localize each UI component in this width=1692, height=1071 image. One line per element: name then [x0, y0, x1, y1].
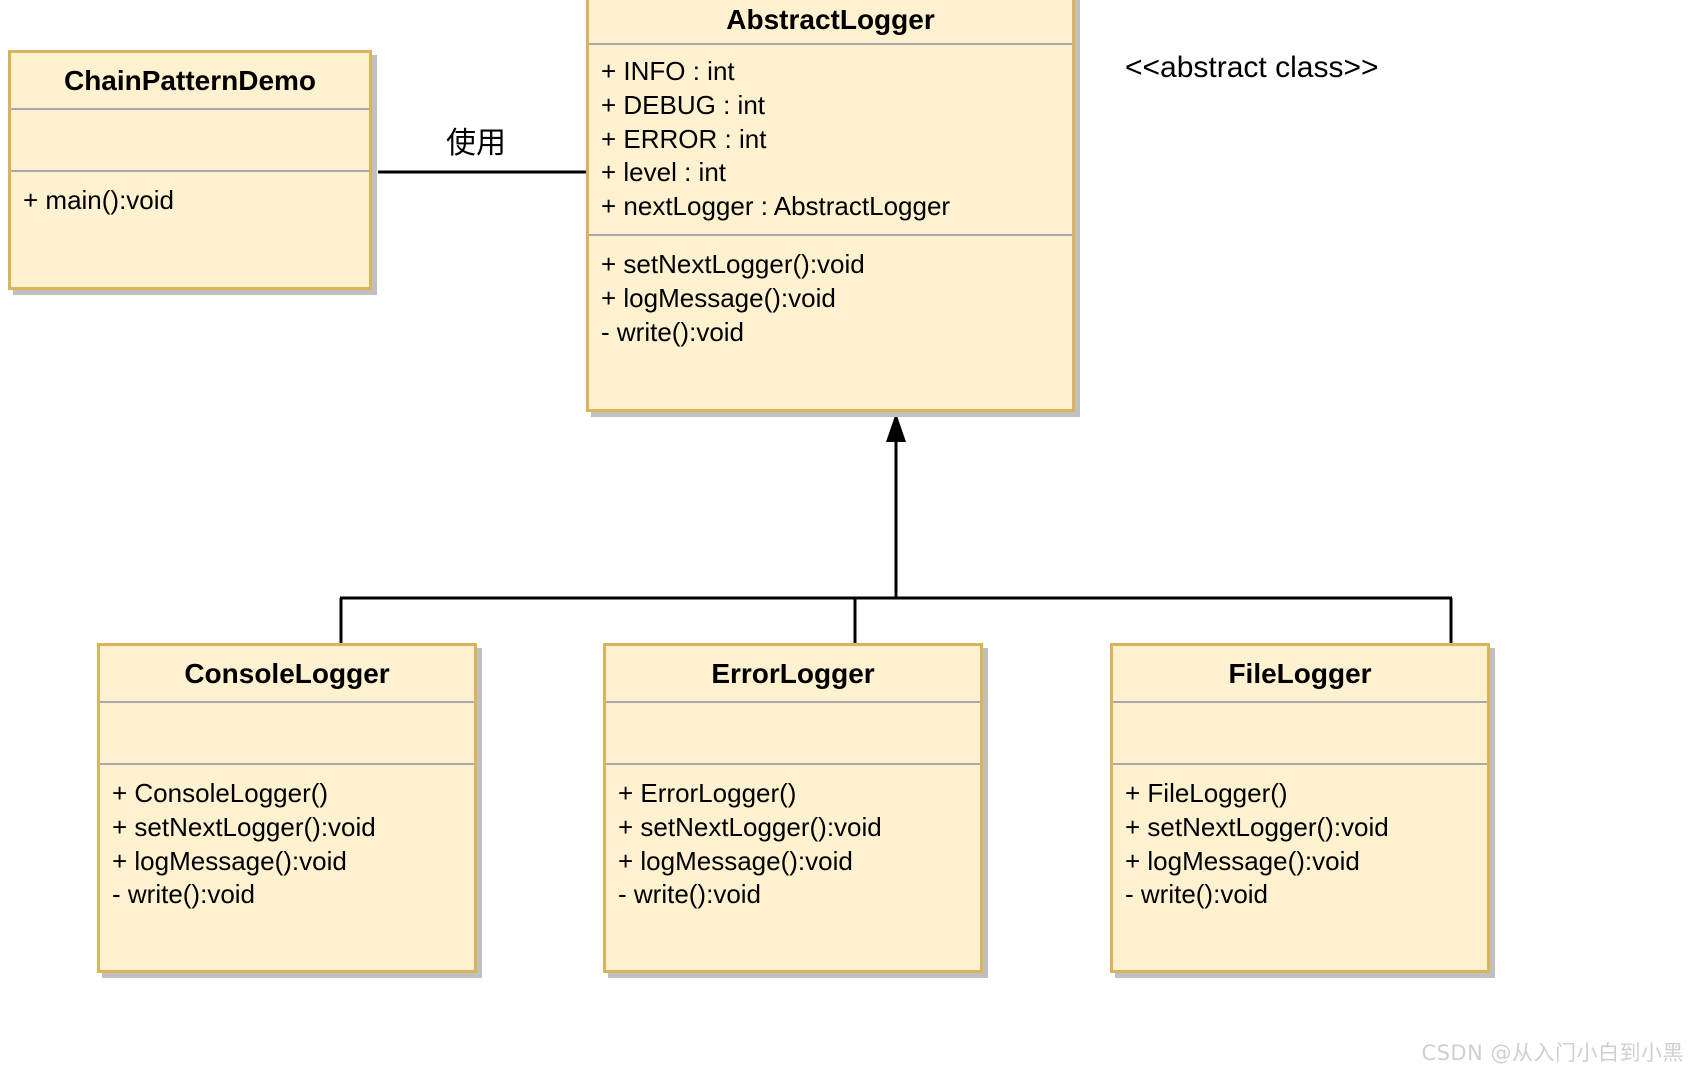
- class-attributes-filelogger: [1113, 703, 1487, 765]
- class-operations-filelogger: + FileLogger() + setNextLogger():void + …: [1113, 765, 1487, 970]
- diagram-canvas: ChainPatternDemo + main():void AbstractL…: [0, 0, 1692, 1071]
- attribute-line: + level : int: [601, 157, 727, 188]
- watermark: CSDN @从入门小白到小黑: [1421, 1041, 1684, 1065]
- generalization-connector: [339, 413, 1453, 645]
- attribute-line: + nextLogger : AbstractLogger: [601, 191, 951, 222]
- relation-label-uses: 使用: [446, 126, 506, 161]
- class-operations-chainpatterndemo: + main():void: [11, 172, 369, 287]
- class-attributes-abstractlogger: + INFO : int + DEBUG : int + ERROR : int…: [589, 45, 1072, 236]
- operation-line: + FileLogger(): [1125, 778, 1288, 808]
- class-name-errorlogger: ErrorLogger: [606, 646, 980, 703]
- operation-line: + main():void: [23, 185, 174, 215]
- operation-line: - write():void: [1125, 879, 1269, 910]
- class-box-errorlogger[interactable]: ErrorLogger + ErrorLogger() + setNextLog…: [603, 643, 983, 973]
- operation-line: + setNextLogger():void: [618, 811, 882, 842]
- class-attributes-chainpatterndemo: [11, 110, 369, 172]
- class-name-filelogger: FileLogger: [1113, 646, 1487, 703]
- class-box-chainpatterndemo[interactable]: ChainPatternDemo + main():void: [8, 50, 372, 290]
- class-operations-abstractlogger: + setNextLogger():void + logMessage():vo…: [589, 236, 1072, 409]
- operation-line: + logMessage():void: [1125, 845, 1360, 876]
- operation-line: - write():void: [618, 879, 762, 910]
- operation-line: + setNextLogger():void: [1125, 811, 1389, 842]
- operation-line: - write():void: [601, 316, 745, 347]
- attribute-line: + ERROR : int: [601, 123, 767, 154]
- attribute-line: + DEBUG : int: [601, 89, 765, 120]
- operation-line: + logMessage():void: [112, 845, 347, 876]
- class-name-chainpatterndemo: ChainPatternDemo: [11, 53, 369, 110]
- operation-line: + ErrorLogger(): [618, 778, 797, 808]
- class-box-filelogger[interactable]: FileLogger + FileLogger() + setNextLogge…: [1110, 643, 1490, 973]
- class-attributes-errorlogger: [606, 703, 980, 765]
- class-name-consolelogger: ConsoleLogger: [100, 646, 474, 703]
- class-box-abstractlogger[interactable]: AbstractLogger + INFO : int + DEBUG : in…: [586, 0, 1075, 412]
- class-operations-consolelogger: + ConsoleLogger() + setNextLogger():void…: [100, 765, 474, 970]
- operation-line: + logMessage():void: [618, 845, 853, 876]
- class-operations-errorlogger: + ErrorLogger() + setNextLogger():void +…: [606, 765, 980, 970]
- class-attributes-consolelogger: [100, 703, 474, 765]
- stereotype-label-abstract-class: <<abstract class>>: [1125, 51, 1379, 84]
- operation-line: + logMessage():void: [601, 282, 836, 313]
- attribute-line: + INFO : int: [601, 56, 735, 86]
- operation-line: + setNextLogger():void: [112, 811, 376, 842]
- operation-line: - write():void: [112, 879, 256, 910]
- class-box-consolelogger[interactable]: ConsoleLogger + ConsoleLogger() + setNex…: [97, 643, 477, 973]
- operation-line: + ConsoleLogger(): [112, 778, 329, 808]
- operation-line: + setNextLogger():void: [601, 249, 865, 279]
- class-name-abstractlogger: AbstractLogger: [589, 0, 1072, 45]
